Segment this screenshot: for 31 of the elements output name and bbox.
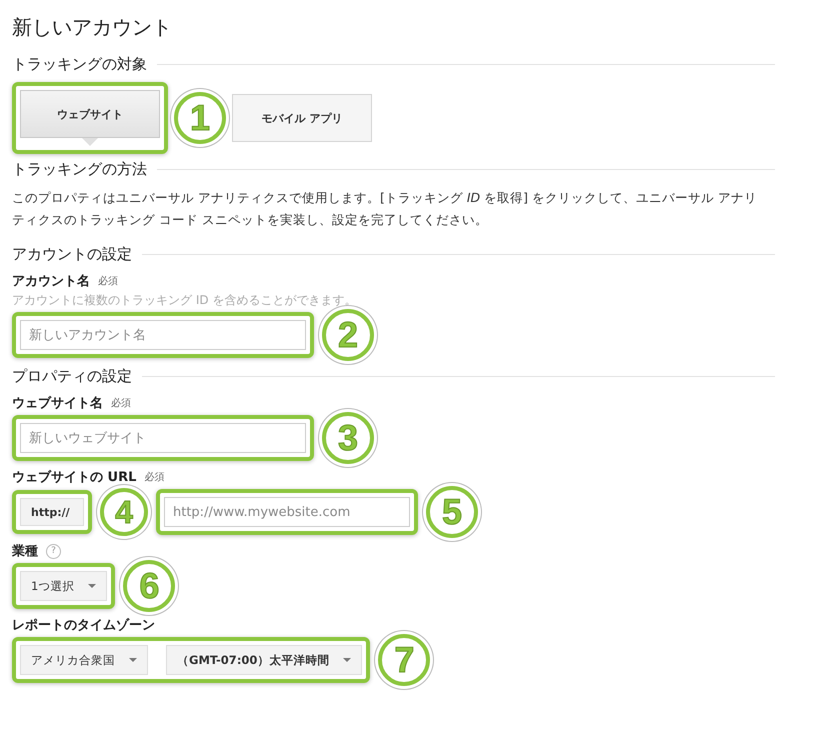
field-label: アカウント名 [12,273,90,290]
field-label: レポートのタイムゾーン [12,617,155,634]
tab-pointer [82,138,98,146]
caret-icon [88,584,96,588]
description-text: このプロパティはユニバーサル アナリティクスで使用します。[トラッキング ID を取得] をクリックして、ユニバーサル アナリティクスのトラッキング コード スニペットを実装し、設定を完了してください。 [12,189,758,229]
section-heading: プロパティの設定 [12,367,132,386]
url-input-field[interactable]: http://www.mywebsite.com [164,497,410,527]
field-label: ウェブサイトの URL [12,468,136,486]
section-heading: アカウントの設定 [12,245,132,264]
caret-icon [129,658,137,662]
dropdown-value: 1つ選択 [31,578,74,594]
dropdown-value: （GMT-07:00）太平洋時間 [177,652,330,668]
protocol-dropdown[interactable]: http:// [20,498,84,526]
tab[interactable]: ウェブサイト [20,90,160,138]
section-heading: トラッキングの方法 [12,160,147,179]
field-label: 業種 [12,543,38,560]
dropdown-value: アメリカ合衆国 [31,652,115,668]
country-dropdown[interactable]: アメリカ合衆国 [20,645,148,675]
required-label: 必須 [111,396,131,410]
field-label: ウェブサイト名 [12,394,103,412]
timezone-dropdown[interactable]: （GMT-07:00）太平洋時間 [166,645,362,675]
input-field[interactable]: 新しいアカウント名 [20,320,306,350]
required-label: 必須 [98,274,118,288]
tab[interactable]: モバイル アプリ [232,94,372,142]
page-title: 新しいアカウント [12,14,173,41]
industry-dropdown[interactable]: 1つ選択 [20,571,108,601]
input-field[interactable]: 新しいウェブサイト [20,423,306,453]
caret-icon [343,658,352,662]
help-text: アカウントに複数のトラッキング ID を含めることができます。 [12,292,358,309]
required-label: 必須 [144,470,164,484]
section-heading: トラッキングの対象 [12,55,147,74]
